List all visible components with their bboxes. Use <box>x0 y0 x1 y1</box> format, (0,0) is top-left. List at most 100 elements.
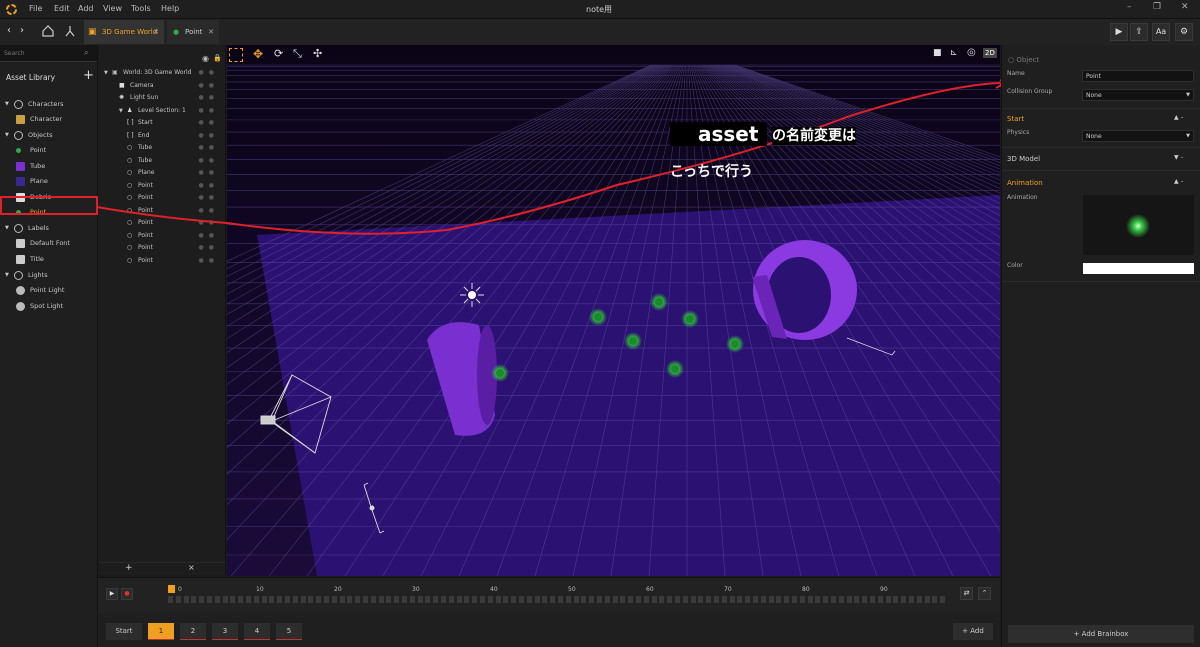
timeline-frame[interactable] <box>199 596 205 603</box>
timeline-frame[interactable] <box>347 596 353 603</box>
timeline-frame[interactable] <box>636 596 641 603</box>
add-asset-button[interactable]: + <box>83 68 94 83</box>
scale-tool-icon[interactable]: ⤡ <box>293 47 302 61</box>
timeline-frame[interactable] <box>308 596 314 603</box>
scene-node[interactable]: ○ Point ●● <box>99 242 225 255</box>
timeline-frame[interactable] <box>472 596 478 603</box>
visibility-lock-dots[interactable]: ●● <box>199 67 219 80</box>
asset-item[interactable]: Debris <box>0 190 98 205</box>
2d-toggle-button[interactable]: 2D <box>983 48 997 58</box>
timeline-frame[interactable] <box>511 596 517 603</box>
timeline-frame[interactable] <box>261 596 267 603</box>
timeline-frame[interactable] <box>269 596 275 603</box>
menu-help[interactable]: Help <box>161 4 179 13</box>
timeline-frame[interactable] <box>924 596 930 603</box>
close-tab-icon[interactable]: ✕ <box>208 20 214 44</box>
timeline-frame[interactable] <box>292 596 298 603</box>
section-number-button[interactable]: 4 <box>244 623 270 640</box>
add-section-button[interactable]: + Add <box>953 623 993 640</box>
expand-icon[interactable]: ▼ – <box>1174 154 1184 161</box>
timeline-frame[interactable] <box>363 596 368 603</box>
timeline-frame[interactable] <box>885 596 891 603</box>
physics-select[interactable]: None ▼ <box>1082 130 1194 142</box>
timeline-frame[interactable] <box>417 596 423 603</box>
scene-node[interactable]: ▼ ♟ Level Section: 1 ●● <box>99 105 225 118</box>
collapse-icon[interactable]: ▲ – <box>1174 178 1184 185</box>
timeline-frame[interactable] <box>207 596 212 603</box>
timeline-ruler[interactable]: 0 10 20 30 40 50 60 70 80 90 <box>168 585 948 607</box>
3d-viewport[interactable]: ✥ ⟳ ⤡ ✣ ■ ⊾ ◎ 2D asset の名前変更は こっちで行う <box>227 45 1000 576</box>
scene-node[interactable]: ▼ ▣ World: 3D Game World ●● <box>99 67 225 80</box>
visibility-lock-dots[interactable]: ●● <box>199 80 219 93</box>
timeline-frame[interactable] <box>932 596 938 603</box>
timeline-frame[interactable] <box>682 596 688 603</box>
timeline-frame[interactable] <box>721 596 727 603</box>
section-number-button[interactable]: 2 <box>180 623 206 640</box>
timeline-frame[interactable] <box>729 596 735 603</box>
timeline-frame[interactable] <box>807 596 813 603</box>
remove-node-button[interactable]: × <box>188 563 195 572</box>
menu-file[interactable]: File <box>29 4 42 13</box>
timeline-frame[interactable] <box>441 596 446 603</box>
maximize-icon[interactable]: ❐ <box>1153 2 1161 12</box>
timeline-frame[interactable] <box>565 596 571 603</box>
timeline-frame[interactable] <box>838 596 844 603</box>
asset-item[interactable]: Point <box>0 143 98 158</box>
timeline-frame[interactable] <box>448 596 454 603</box>
menu-edit[interactable]: Edit <box>54 4 70 13</box>
menu-tools[interactable]: Tools <box>131 4 151 13</box>
chevron-down-icon[interactable]: ▼ <box>5 97 9 112</box>
timeline-frame[interactable] <box>620 596 626 603</box>
scene-node[interactable]: ○ Point ●● <box>99 230 225 243</box>
timeline-frame[interactable] <box>745 596 751 603</box>
visibility-lock-dots[interactable]: ●● <box>199 242 219 255</box>
visibility-lock-dots[interactable]: ●● <box>199 130 219 143</box>
timeline-frame[interactable] <box>675 596 680 603</box>
timeline-frame[interactable] <box>480 596 485 603</box>
scene-node[interactable]: ○ Point ●● <box>99 205 225 218</box>
timeline-frame[interactable] <box>355 596 361 603</box>
visibility-lock-dots[interactable]: ●● <box>199 180 219 193</box>
timeline-frame[interactable] <box>690 596 696 603</box>
visibility-lock-dots[interactable]: ●● <box>199 92 219 105</box>
timeline-frame[interactable] <box>893 596 899 603</box>
timeline-frame[interactable] <box>916 596 922 603</box>
timeline-frame[interactable] <box>651 596 657 603</box>
color-swatch[interactable] <box>1083 263 1194 274</box>
timeline-frame[interactable] <box>573 596 579 603</box>
timeline-frame[interactable] <box>246 596 251 603</box>
scene-node[interactable]: [ ] End ●● <box>99 130 225 143</box>
timeline-frame[interactable] <box>706 596 712 603</box>
timeline-frame[interactable] <box>378 596 384 603</box>
asset-category-lights[interactable]: ▼ Lights <box>0 268 98 283</box>
timeline-frame[interactable] <box>604 596 610 603</box>
timeline-frame[interactable] <box>581 596 587 603</box>
scene-node[interactable]: ○ Tube ●● <box>99 142 225 155</box>
asset-item[interactable]: Default Font <box>0 236 98 251</box>
timeline-frame[interactable] <box>846 596 852 603</box>
3d-model-section-title[interactable]: 3D Model <box>1007 155 1040 163</box>
visibility-lock-dots[interactable]: ●● <box>199 255 219 268</box>
timeline-frame[interactable] <box>183 596 189 603</box>
timeline-frame[interactable] <box>230 596 236 603</box>
timeline-frame[interactable] <box>877 596 883 603</box>
timeline-frame[interactable] <box>792 596 797 603</box>
visibility-lock-dots[interactable]: ●● <box>199 142 219 155</box>
asset-category-characters[interactable]: ▼ Characters <box>0 97 98 112</box>
timeline-frame[interactable] <box>768 596 774 603</box>
timeline-frame[interactable] <box>823 596 829 603</box>
minimize-icon[interactable]: – <box>1127 2 1132 12</box>
timeline-frame[interactable] <box>870 596 875 603</box>
forward-icon[interactable]: › <box>20 25 24 36</box>
add-brainbox-button[interactable]: + Add Brainbox <box>1008 625 1194 643</box>
timeline-frame[interactable] <box>558 596 563 603</box>
timeline-frame[interactable] <box>737 596 743 603</box>
tab-3d-game-world[interactable]: ▣ 3D Game World ✕ <box>84 20 164 44</box>
timeline-frame[interactable] <box>714 596 719 603</box>
scene-node[interactable]: ■ Camera ●● <box>99 80 225 93</box>
timeline-frame[interactable] <box>854 596 860 603</box>
rotate-tool-icon[interactable]: ⟳ <box>274 47 283 60</box>
axis-icon[interactable]: ⊾ <box>950 48 958 58</box>
asset-item[interactable]: Tube <box>0 159 98 174</box>
timeline-frame[interactable] <box>628 596 634 603</box>
